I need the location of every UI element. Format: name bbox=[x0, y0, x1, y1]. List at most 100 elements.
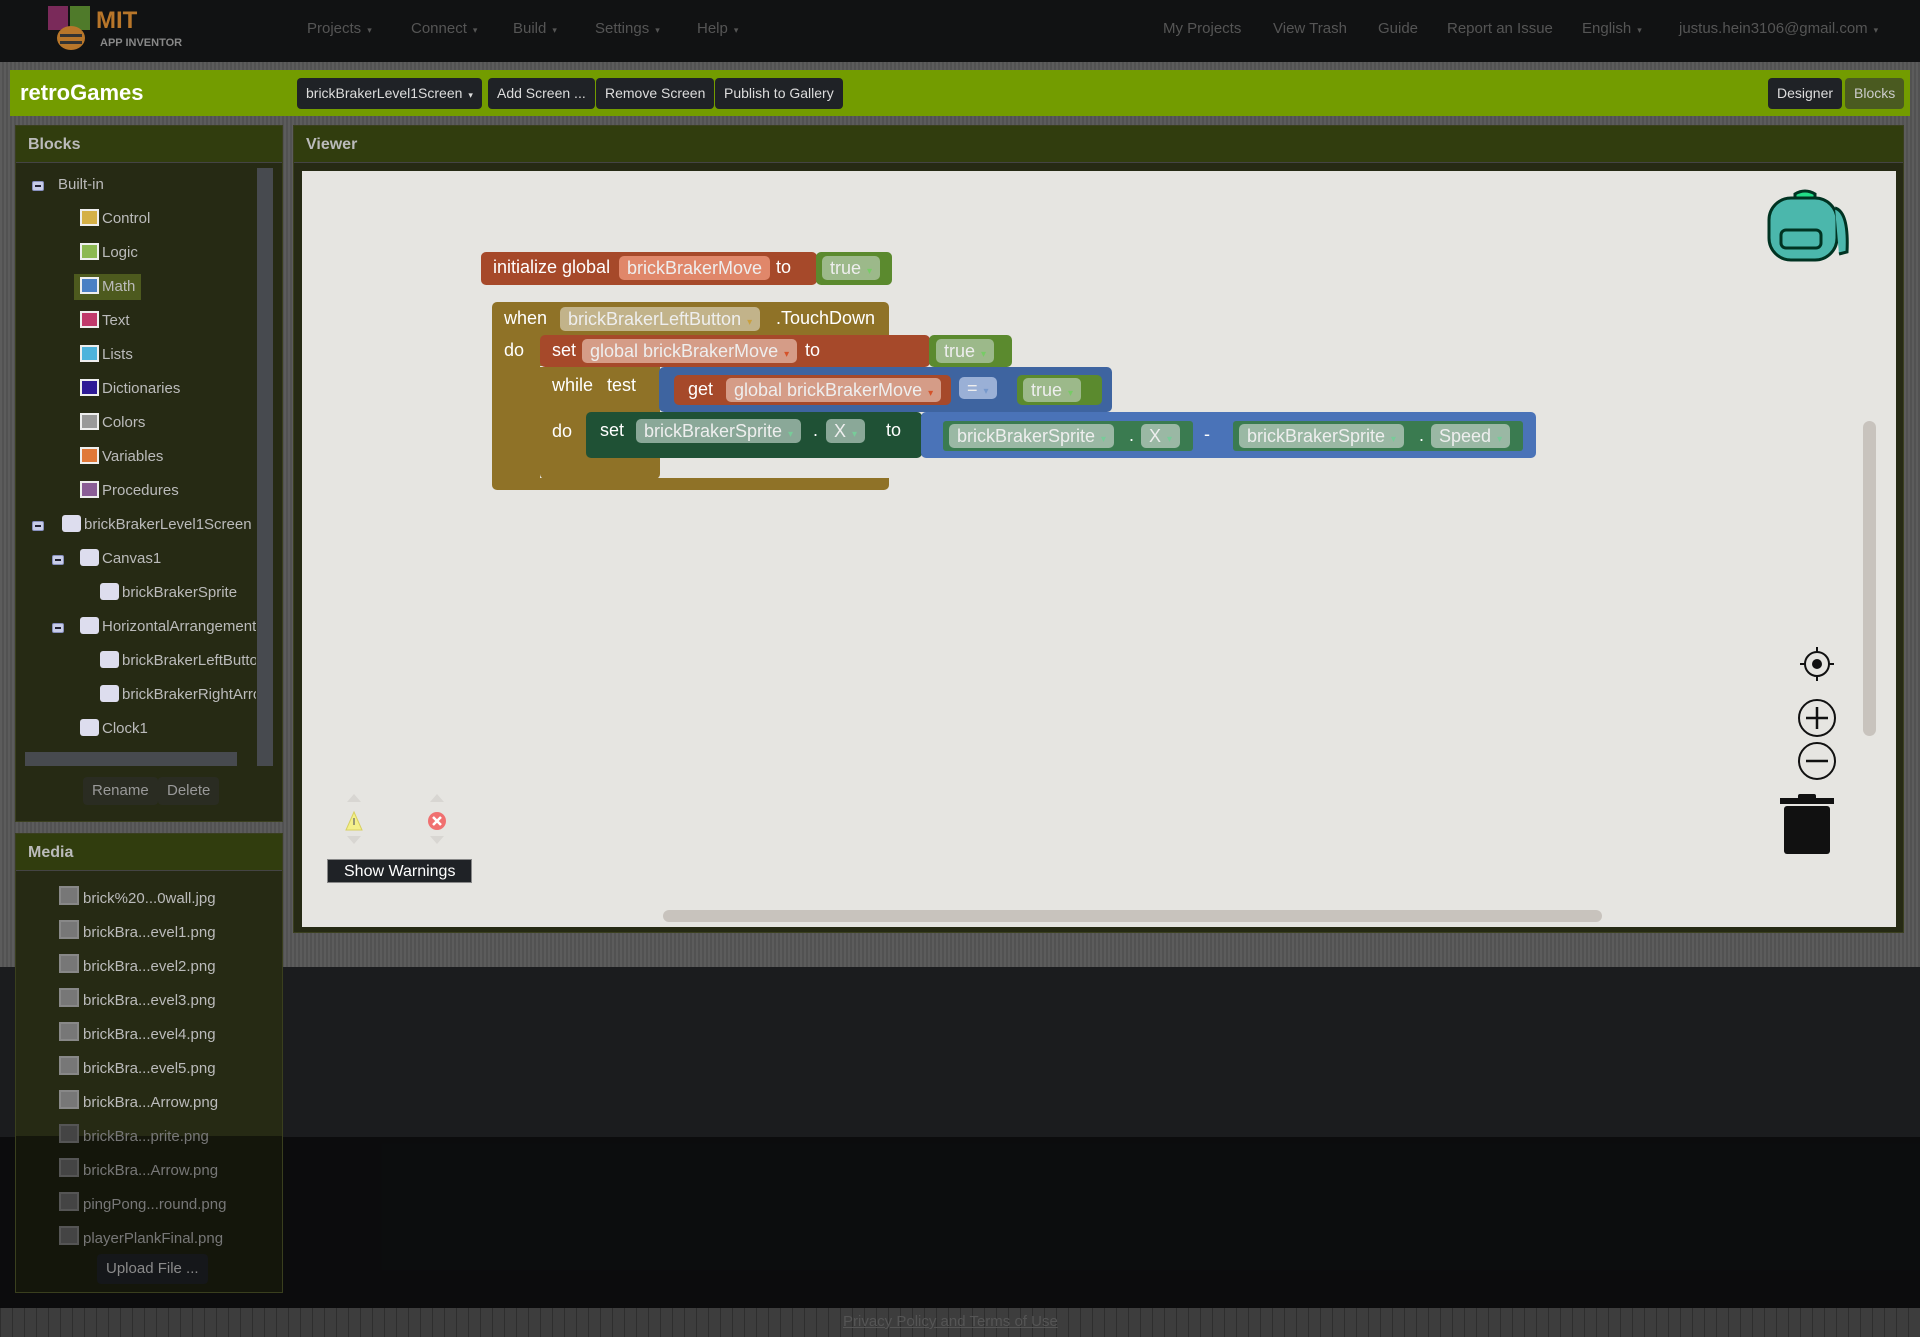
variable-name-field[interactable]: brickBrakerMove bbox=[619, 256, 771, 280]
logic-true-block[interactable]: true ▾ bbox=[929, 335, 1012, 367]
warning-icon[interactable] bbox=[344, 790, 364, 855]
builtin-label: Math bbox=[102, 278, 136, 295]
component-item[interactable]: Clock1 bbox=[80, 716, 148, 742]
upload-file-button[interactable]: Upload File ... bbox=[97, 1254, 208, 1284]
media-file[interactable]: brickBra...evel3.png bbox=[59, 988, 216, 1014]
block-label: to bbox=[886, 420, 902, 440]
privacy-link[interactable]: Privacy Policy and Terms of Use bbox=[843, 1313, 1058, 1330]
component-dropdown[interactable]: brickBrakerSprite ▾ bbox=[636, 419, 802, 443]
set-global-block[interactable]: set global brickBrakerMove ▾ to bbox=[540, 335, 930, 367]
nav-my-projects[interactable]: My Projects bbox=[1163, 20, 1241, 37]
blocks-workspace[interactable]: initialize global brickBrakerMove to tru… bbox=[302, 171, 1896, 927]
component-item[interactable]: Canvas1 bbox=[80, 546, 161, 572]
language-dropdown[interactable]: English ▾ bbox=[1582, 20, 1642, 37]
math-compare-block[interactable]: get global brickBrakerMove ▾ = ▾ true ▾ bbox=[659, 367, 1112, 412]
nav-settings[interactable]: Settings ▾ bbox=[595, 20, 660, 37]
media-file[interactable]: brickBra...evel5.png bbox=[59, 1056, 216, 1082]
component-item[interactable]: brickBrakerLeftButton bbox=[100, 648, 256, 674]
builtin-dictionaries[interactable]: Dictionaries bbox=[80, 376, 180, 402]
variable-dropdown[interactable]: global brickBrakerMove ▾ bbox=[726, 378, 942, 402]
property-dropdown[interactable]: Speed ▾ bbox=[1431, 424, 1511, 448]
account-dropdown[interactable]: justus.hein3106@gmail.com ▾ bbox=[1679, 20, 1878, 37]
delete-button[interactable]: Delete bbox=[158, 777, 220, 805]
component-dropdown[interactable]: brickBrakerSprite ▾ bbox=[1239, 424, 1405, 448]
nav-help[interactable]: Help ▾ bbox=[697, 20, 738, 37]
initialize-global-block[interactable]: initialize global brickBrakerMove to bbox=[481, 252, 817, 285]
media-file[interactable]: brickBra...evel2.png bbox=[59, 954, 216, 980]
show-warnings-button[interactable]: Show Warnings bbox=[327, 859, 473, 883]
trash-icon[interactable] bbox=[1778, 794, 1838, 861]
builtin-label: Logic bbox=[102, 244, 138, 261]
media-file[interactable]: brickBra...evel4.png bbox=[59, 1022, 216, 1048]
boolean-dropdown[interactable]: true ▾ bbox=[936, 339, 995, 363]
property-dropdown[interactable]: X ▾ bbox=[1141, 424, 1181, 448]
logic-true-block[interactable]: true ▾ bbox=[1017, 375, 1102, 405]
nav-guide[interactable]: Guide bbox=[1378, 20, 1418, 37]
media-file-name: brick%20...0wall.jpg bbox=[83, 890, 216, 907]
block-label: . bbox=[1129, 425, 1135, 445]
nav-connect[interactable]: Connect ▾ bbox=[411, 20, 477, 37]
collapse-icon[interactable] bbox=[52, 623, 64, 633]
designer-button[interactable]: Designer bbox=[1768, 78, 1843, 109]
component-item[interactable]: brickBrakerRightArrow bbox=[100, 682, 256, 708]
media-file[interactable]: playerPlankFinal.png bbox=[59, 1226, 223, 1252]
component-item[interactable]: brickBrakerSprite bbox=[100, 580, 237, 606]
media-file[interactable]: brick%20...0wall.jpg bbox=[59, 886, 216, 912]
tree-builtin[interactable]: Built-in bbox=[58, 172, 104, 198]
sprite-getter-block[interactable]: brickBrakerSprite ▾ . X ▾ bbox=[943, 421, 1193, 451]
workspace-vertical-scrollbar[interactable] bbox=[1863, 421, 1876, 736]
remove-screen-button[interactable]: Remove Screen bbox=[596, 78, 715, 109]
builtin-logic[interactable]: Logic bbox=[80, 240, 138, 266]
backpack-icon[interactable] bbox=[1765, 186, 1851, 277]
tree-horizontal-scrollbar[interactable] bbox=[25, 752, 237, 766]
zoom-in-icon[interactable] bbox=[1797, 698, 1837, 743]
builtin-control[interactable]: Control bbox=[80, 206, 150, 232]
button-icon bbox=[100, 651, 119, 668]
error-icon[interactable] bbox=[427, 790, 447, 855]
builtin-variables[interactable]: Variables bbox=[80, 444, 163, 470]
operator-dropdown[interactable]: = ▾ bbox=[959, 377, 997, 399]
add-screen-button[interactable]: Add Screen ... bbox=[488, 78, 595, 109]
nav-view-trash[interactable]: View Trash bbox=[1273, 20, 1347, 37]
rename-button[interactable]: Rename bbox=[83, 777, 158, 805]
app-inventor-logo[interactable]: MIT APP INVENTOR bbox=[44, 4, 204, 54]
set-sprite-property-block[interactable]: set brickBrakerSprite ▾ . X ▾ to bbox=[586, 412, 922, 458]
component-item[interactable]: HorizontalArrangement1 bbox=[80, 614, 256, 640]
media-file[interactable]: pingPong...round.png bbox=[59, 1192, 226, 1218]
media-file[interactable]: brickBra...Arrow.png bbox=[59, 1158, 218, 1184]
sprite-getter-block[interactable]: brickBrakerSprite ▾ . Speed ▾ bbox=[1233, 421, 1523, 451]
math-subtract-block[interactable]: brickBrakerSprite ▾ . X ▾ - brickBrakerSpr… bbox=[921, 412, 1536, 458]
builtin-lists[interactable]: Lists bbox=[80, 342, 133, 368]
tree-vertical-scrollbar[interactable] bbox=[257, 168, 273, 766]
media-file[interactable]: brickBra...Arrow.png bbox=[59, 1090, 218, 1116]
blocks-button[interactable]: Blocks bbox=[1845, 78, 1905, 109]
builtin-math[interactable]: Math bbox=[74, 274, 142, 300]
publish-gallery-button[interactable]: Publish to Gallery bbox=[715, 78, 843, 109]
component-item[interactable]: brickBrakerLevel1Screen bbox=[62, 512, 252, 538]
screen-dropdown[interactable]: brickBrakerLevel1Screen ▾ bbox=[297, 78, 482, 109]
boolean-dropdown[interactable]: true ▾ bbox=[822, 256, 881, 280]
media-file[interactable]: brickBra...evel1.png bbox=[59, 920, 216, 946]
nav-projects[interactable]: Projects ▾ bbox=[307, 20, 372, 37]
collapse-icon[interactable] bbox=[52, 555, 64, 565]
nav-report-issue[interactable]: Report an Issue bbox=[1447, 20, 1553, 37]
builtin-procedures[interactable]: Procedures bbox=[80, 478, 179, 504]
boolean-dropdown[interactable]: true ▾ bbox=[1023, 378, 1082, 402]
builtin-colors[interactable]: Colors bbox=[80, 410, 145, 436]
recenter-icon[interactable] bbox=[1797, 644, 1837, 689]
component-dropdown[interactable]: brickBrakerSprite ▾ bbox=[949, 424, 1115, 448]
builtin-text[interactable]: Text bbox=[80, 308, 130, 334]
variable-dropdown[interactable]: global brickBrakerMove ▾ bbox=[582, 339, 798, 363]
logic-true-block[interactable]: true ▾ bbox=[816, 252, 892, 285]
media-file-name: brickBra...evel2.png bbox=[83, 958, 216, 975]
property-dropdown[interactable]: X ▾ bbox=[826, 419, 866, 443]
zoom-out-icon[interactable] bbox=[1797, 741, 1837, 786]
collapse-icon[interactable] bbox=[32, 521, 44, 531]
block-label: test bbox=[607, 375, 637, 395]
component-dropdown[interactable]: brickBrakerLeftButton ▾ bbox=[560, 307, 761, 331]
collapse-icon[interactable] bbox=[32, 181, 44, 191]
nav-build[interactable]: Build ▾ bbox=[513, 20, 557, 37]
get-global-block[interactable]: get global brickBrakerMove ▾ bbox=[674, 375, 951, 405]
media-file[interactable]: brickBra...prite.png bbox=[59, 1124, 209, 1150]
workspace-horizontal-scrollbar[interactable] bbox=[663, 910, 1602, 922]
